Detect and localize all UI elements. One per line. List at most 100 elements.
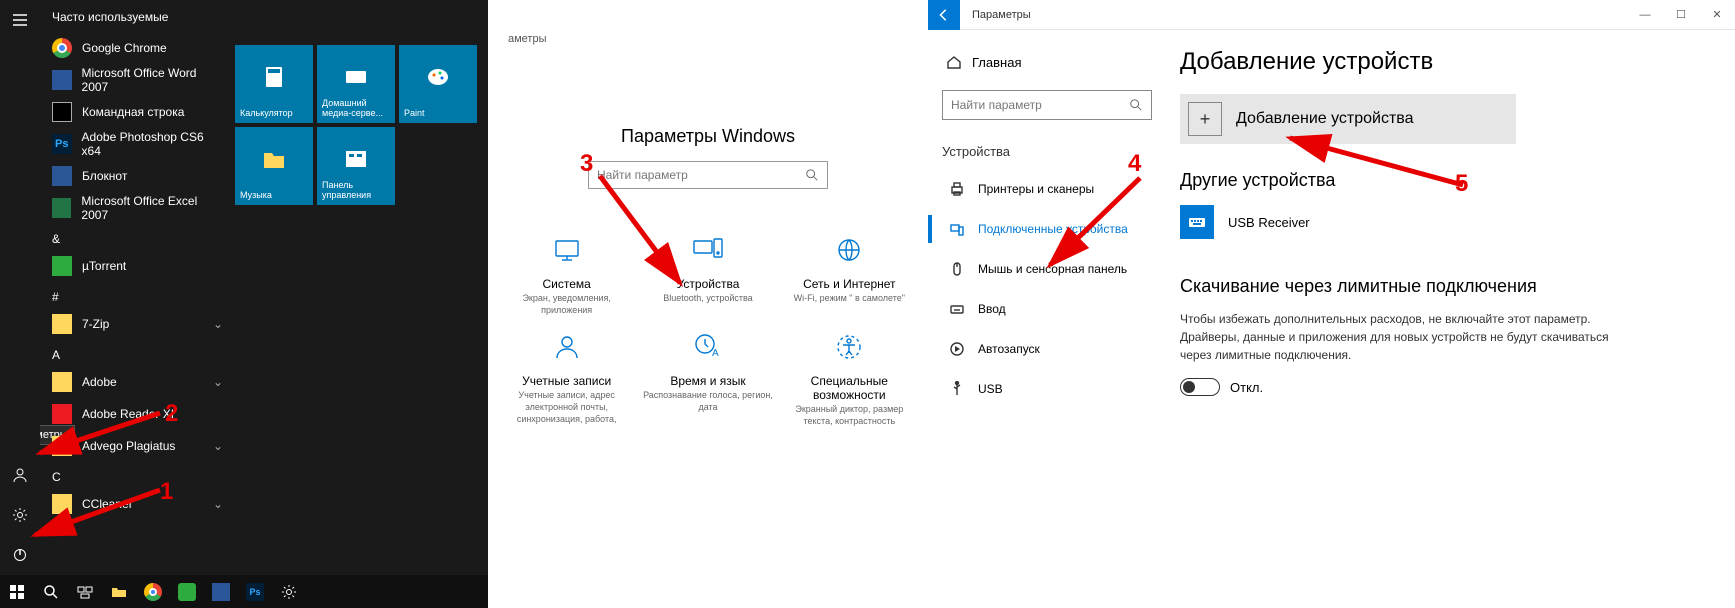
chevron-down-icon: ⌄ <box>213 439 223 453</box>
settings-sidebar: Главная Найти параметр Устройства Принте… <box>928 30 1168 608</box>
printer-icon <box>948 180 966 198</box>
chevron-down-icon: ⌄ <box>213 317 223 331</box>
app-item[interactable]: µTorrent <box>40 250 235 282</box>
taskbar-utorrent-icon[interactable] <box>170 575 204 608</box>
app-cmd[interactable]: Командная строка <box>40 96 235 128</box>
app-chrome[interactable]: Google Chrome <box>40 32 235 64</box>
search-icon[interactable] <box>34 575 68 608</box>
category-accounts[interactable]: Учетные записиУчетные записи, адрес элек… <box>496 326 637 427</box>
nav-mouse[interactable]: Мышь и сенсорная панель <box>942 249 1154 289</box>
toggle-label: Откл. <box>1230 380 1263 395</box>
taskbar: Ps <box>0 575 488 608</box>
paint-icon <box>424 63 452 91</box>
plus-icon: + <box>1188 102 1222 136</box>
titlebar: Параметры — ☐ ✕ <box>928 0 1735 30</box>
panel-icon <box>342 145 370 173</box>
app-item[interactable]: 7-Zip⌄ <box>40 308 235 340</box>
ccleaner-icon <box>52 494 72 514</box>
metered-description: Чтобы избежать дополнительных расходов, … <box>1180 310 1610 364</box>
app-item[interactable]: Advego Plagiatus⌄ <box>40 430 235 462</box>
add-device-button[interactable]: + Добавление устройства <box>1180 94 1516 144</box>
start-rail <box>0 0 40 575</box>
tile-calc[interactable]: Калькулятор <box>235 45 313 123</box>
category-devices[interactable]: УстройстваBluetooth, устройства <box>637 229 778 316</box>
excel-icon <box>52 198 71 218</box>
start-button[interactable] <box>0 575 34 608</box>
task-view-icon[interactable] <box>68 575 102 608</box>
app-item[interactable]: CCleaner⌄ <box>40 488 235 520</box>
media-icon <box>342 63 370 91</box>
app-word[interactable]: Microsoft Office Word 2007 <box>40 64 235 96</box>
apps-column: Часто используемые Google ChromeMicrosof… <box>40 0 235 575</box>
category-ease[interactable]: Специальные возможностиЭкранный диктор, … <box>779 326 920 427</box>
add-device-label: Добавление устройства <box>1236 110 1414 128</box>
app-ps[interactable]: PsAdobe Photoshop CS6 x64 <box>40 128 235 160</box>
taskbar-explorer-icon[interactable] <box>102 575 136 608</box>
account-icon[interactable] <box>0 455 40 495</box>
annotation-3: 3 <box>580 150 593 178</box>
app-notepad[interactable]: Блокнот <box>40 160 235 192</box>
toggle-switch-icon <box>1180 378 1220 396</box>
close-button[interactable]: ✕ <box>1699 0 1735 30</box>
sidebar-search-input[interactable]: Найти параметр <box>942 90 1152 120</box>
taskbar-word-icon[interactable] <box>204 575 238 608</box>
taskbar-chrome-icon[interactable] <box>136 575 170 608</box>
tile-paint[interactable]: Paint <box>399 45 477 123</box>
maximize-button[interactable]: ☐ <box>1663 0 1699 30</box>
home-label: Главная <box>972 55 1021 70</box>
home-link[interactable]: Главная <box>942 48 1154 76</box>
device-item[interactable]: USB Receiver <box>1180 205 1707 239</box>
minimize-button[interactable]: — <box>1627 0 1663 30</box>
annotation-5: 5 <box>1455 170 1468 198</box>
app-item[interactable]: Adobe Reader XI <box>40 398 235 430</box>
nav-keyboard[interactable]: Ввод <box>942 289 1154 329</box>
settings-search-input[interactable]: Найти параметр <box>588 161 828 189</box>
devices-settings-window: Параметры — ☐ ✕ Главная Найти параметр У… <box>928 0 1735 608</box>
chevron-down-icon: ⌄ <box>213 497 223 511</box>
frequent-header: Часто используемые <box>40 0 235 32</box>
device-name: USB Receiver <box>1228 215 1310 230</box>
window-title: Параметры <box>972 9 1031 21</box>
back-button[interactable] <box>928 0 960 30</box>
nav-connected[interactable]: Подключенные устройства <box>942 209 1154 249</box>
cmd-icon <box>52 102 72 122</box>
content-heading: Добавление устройств <box>1180 48 1707 76</box>
power-icon[interactable] <box>0 535 40 575</box>
ps-icon: Ps <box>52 134 72 154</box>
search-placeholder: Найти параметр <box>597 168 688 182</box>
nav-printer[interactable]: Принтеры и сканеры <box>942 169 1154 209</box>
app-item[interactable]: Adobe⌄ <box>40 366 235 398</box>
letter-header[interactable]: & <box>40 224 235 250</box>
nav-usb[interactable]: USB <box>942 369 1154 409</box>
hamburger-icon[interactable] <box>0 0 40 40</box>
taskbar-settings-icon[interactable] <box>272 575 306 608</box>
word-icon <box>52 70 72 90</box>
tile-panel[interactable]: Панель управления <box>317 127 395 205</box>
annotation-1: 1 <box>160 478 173 506</box>
devices-icon <box>641 229 774 271</box>
notepad-icon <box>52 166 72 186</box>
nav-autoplay[interactable]: Автозапуск <box>942 329 1154 369</box>
keyboard-icon <box>948 300 966 318</box>
annotation-2: 2 <box>165 400 178 428</box>
search-placeholder: Найти параметр <box>951 98 1042 112</box>
tile-folder[interactable]: Музыка <box>235 127 313 205</box>
category-network[interactable]: Сеть и ИнтернетWi-Fi, режим " в самолете… <box>779 229 920 316</box>
settings-gear-icon[interactable] <box>0 495 40 535</box>
category-time[interactable]: АВремя и языкРаспознавание голоса, регио… <box>637 326 778 427</box>
chrome-icon <box>52 38 72 58</box>
ease-icon <box>783 326 916 368</box>
category-system[interactable]: СистемаЭкран, уведомления, приложения <box>496 229 637 316</box>
metered-toggle[interactable]: Откл. <box>1180 378 1707 396</box>
sidebar-nav: Принтеры и сканерыПодключенные устройств… <box>942 169 1154 409</box>
letter-header[interactable]: # <box>40 282 235 308</box>
system-icon <box>500 229 633 271</box>
annotation-4: 4 <box>1128 150 1141 178</box>
letter-header[interactable]: A <box>40 340 235 366</box>
folder-icon <box>52 436 72 456</box>
app-excel[interactable]: Microsoft Office Excel 2007 <box>40 192 235 224</box>
taskbar-photoshop-icon[interactable]: Ps <box>238 575 272 608</box>
tile-media[interactable]: Домашний медиа-серве... <box>317 45 395 123</box>
letter-header[interactable]: C <box>40 462 235 488</box>
keyboard-icon <box>1180 205 1214 239</box>
